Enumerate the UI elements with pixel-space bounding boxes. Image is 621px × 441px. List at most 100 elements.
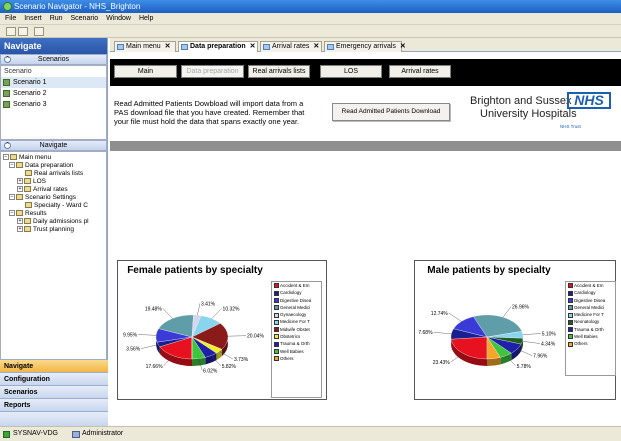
reports-button[interactable]: Reports [0,398,108,411]
male-pie-chart: 23.43% 7.68% 12.74% 26.96% 5.10% 4.34% 7.96%5.… [418,305,557,370]
tree-item-arrival-rates[interactable]: + Arrival rates [17,186,68,194]
legend-item: Accident & Em [566,282,615,289]
pie-label-leader [433,331,452,335]
pie-label-leader [141,344,159,349]
menu-run[interactable]: Run [50,15,63,22]
pie-data-label: 7.68% [418,330,433,336]
legend-item: Others [272,355,321,362]
scenario-icon [3,101,10,108]
close-icon[interactable]: ✕ [250,43,256,50]
tree-item-trust-planning[interactable]: + Trust planning [17,226,74,234]
navigation-tree: − Main menu − Data preparation Real arriva… [0,151,107,371]
scenarios-label: Scenario [4,68,32,75]
tab-arrival-rates[interactable]: Arrival rates ✕ [260,41,322,52]
configure-buttons-chevron[interactable] [0,411,108,426]
status-server: SYSNAV-VDG [13,430,58,437]
pie-data-label: 7.96% [533,354,548,360]
arrival-rates-button[interactable]: Arrival rates [389,65,451,78]
legend-item: General Medici [272,304,321,311]
main-button[interactable]: Main [114,65,177,78]
pie-data-label: 3.73% [234,357,249,363]
tree-item-specialty-ward[interactable]: Specialty - Ward C [25,202,88,210]
scenario-icon [3,79,10,86]
read-admitted-patients-button[interactable]: Read Admitted Patients Download [332,103,450,121]
menu-file[interactable]: File [5,15,16,22]
tab-main-menu[interactable]: Main menu ✕ [114,41,176,52]
tab-emergency-arrivals[interactable]: Emergency arrivals ✕ [324,41,406,52]
pie-label-leader [162,308,173,319]
legend-item: Others [566,340,615,347]
legend-item: Digestive Disea [272,297,321,304]
menu-scenario[interactable]: Scenario [71,15,99,22]
legend-item: Cardiology [272,289,321,296]
pie-data-label: 3.56% [126,347,141,353]
male-chart-title: Male patients by specialty [427,265,551,276]
navigate-section-title[interactable]: ^ Navigate [0,140,107,151]
tree-item-los[interactable]: + LOS [17,178,46,186]
male-chart-panel: Male patients by specialty 23.43% 7.68% 12… [414,260,616,400]
window-title-bar: Scenario Navigator - NHS_Brighton [0,0,621,13]
page-icon [327,44,334,50]
close-icon[interactable]: ✕ [165,43,171,50]
navigate-button[interactable]: Navigate [0,359,108,372]
close-icon[interactable]: ✕ [400,43,406,50]
window-title: Scenario Navigator - NHS_Brighton [14,2,141,11]
real-arrivals-lists-button[interactable]: Real arrivals lists [248,65,310,78]
menu-insert[interactable]: Insert [24,15,42,22]
info-text: Read Admitted Patients Dowbload will imp… [114,99,305,126]
pie-data-label: 3.41% [201,301,216,307]
legend-item: Cardiology [566,289,615,296]
pie-data-label: 10.32% [223,307,241,313]
tree-item-scenario-settings[interactable]: − Scenario Settings [9,194,76,202]
tree-item-results[interactable]: − Results [9,210,47,218]
pie-label-leader [502,306,512,318]
legend-item: General Medici [566,304,615,311]
legend-item: Medicine For T [272,318,321,325]
status-user: Administrator [82,430,124,437]
scenario-item-1[interactable]: Scenario 1 [1,77,106,88]
menu-window[interactable]: Window [106,15,131,22]
female-chart-panel: Female patients by specialty 17.66% 3.56%… [117,260,327,400]
separator-bar [110,141,621,151]
scenarios-section-title[interactable]: ^ Scenarios [0,54,107,65]
scenario-icon [3,90,10,97]
legend-item: Neonatology [566,318,615,325]
tree-item-data-preparation[interactable]: − Data preparation [9,162,73,170]
sidebar-header: Navigate [0,38,107,54]
tree-item-daily-admissions[interactable]: + Daily admissions pl [17,218,89,226]
logo-line-3: NHS Trust [560,124,581,129]
collapse-icon[interactable]: ^ [4,142,11,149]
legend-item: Gynaecology [272,311,321,318]
scenario-item-3[interactable]: Scenario 3 [1,99,106,110]
tree-item-main-menu[interactable]: − Main menu [3,154,51,162]
legend-item: Medicine For T [566,311,615,318]
pie-data-label: 26.96% [512,305,530,311]
save-icon[interactable] [18,27,28,36]
pie-label-leader [448,312,462,322]
pie-label-leader [197,303,201,316]
close-icon[interactable]: ✕ [313,43,319,50]
scenario-item-2[interactable]: Scenario 2 [1,88,106,99]
pie-data-label: 19.48% [145,306,163,312]
collapse-icon[interactable]: ^ [4,56,11,63]
open-folder-icon[interactable] [6,27,16,36]
configuration-button[interactable]: Configuration [0,372,108,385]
legend-item: Trauma & Orth [566,326,615,333]
refresh-icon[interactable] [34,27,44,36]
tab-strip: Main menu ✕ Data preparation ✕ Arrival rat… [110,38,621,52]
pie-data-label: 5.10% [542,332,557,338]
scenarios-button[interactable]: Scenarios [0,385,108,398]
los-button[interactable]: LOS [320,65,382,78]
menu-bar: File Insert Run Scenario Window Help [0,13,621,25]
tree-item-real-arrivals-lists[interactable]: Real arrivals lists [25,170,83,178]
pie-data-label: 6.02% [203,368,218,374]
pie-data-label: 4.34% [541,342,556,348]
data-preparation-button[interactable]: Data preparation [181,65,244,78]
legend-item: Accident & Em [272,282,321,289]
tab-data-preparation[interactable]: Data preparation ✕ [178,41,258,52]
legend-item: Trauma & Orth [272,340,321,347]
legend-item: Midwife Obstet [272,326,321,333]
menu-help[interactable]: Help [139,15,153,22]
page-icon [117,44,124,50]
pie-data-label: 23.43% [433,360,451,366]
